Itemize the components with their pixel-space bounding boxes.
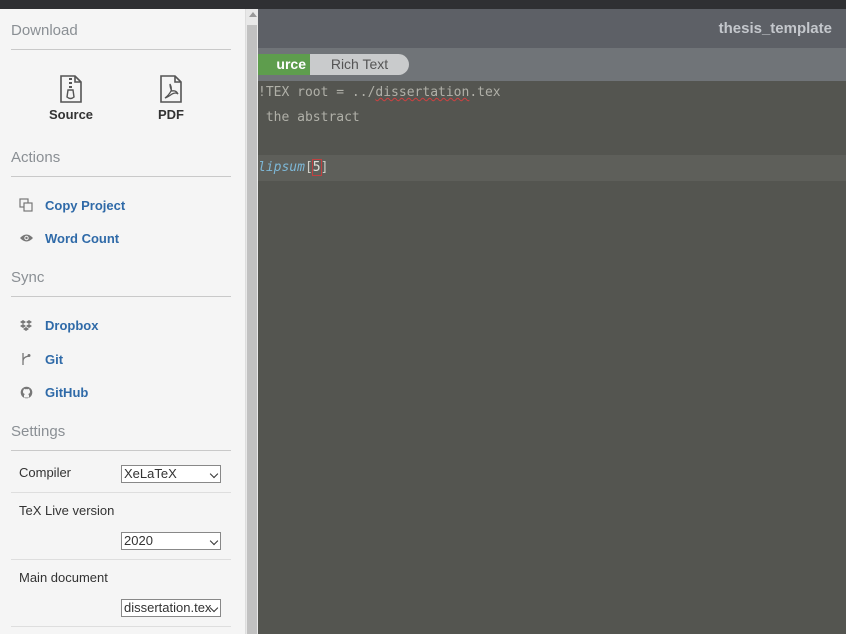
main-document-label: Main document xyxy=(19,570,108,585)
copy-project-link[interactable]: Copy Project xyxy=(18,194,125,216)
download-source-button[interactable]: Source xyxy=(31,75,111,122)
divider xyxy=(11,626,231,627)
main-document-select[interactable]: dissertation.tex xyxy=(121,599,221,617)
compiler-select[interactable]: XeLaTeX xyxy=(121,465,221,483)
divider xyxy=(11,176,231,177)
divider xyxy=(11,296,231,297)
divider xyxy=(11,450,231,451)
spellcheck-word[interactable]: dissertation xyxy=(375,85,469,100)
scroll-thumb[interactable] xyxy=(247,25,257,634)
cursor-bracket-match: 5 xyxy=(311,159,322,176)
active-line-highlight xyxy=(258,155,846,181)
settings-section-title: Settings xyxy=(11,423,66,440)
latex-command: lipsum xyxy=(258,160,305,175)
texlive-version-label: TeX Live version xyxy=(19,503,115,518)
compiler-label: Compiler xyxy=(19,465,72,480)
word-count-link[interactable]: Word Count xyxy=(18,227,119,249)
dropbox-icon xyxy=(18,317,34,333)
divider xyxy=(11,559,231,560)
divider xyxy=(11,492,231,493)
code-line-4[interactable]: lipsum[5] xyxy=(258,156,328,180)
scroll-up-arrow-icon[interactable] xyxy=(249,12,257,17)
pdf-file-icon xyxy=(160,75,182,103)
window-top-bar xyxy=(0,0,846,9)
git-link[interactable]: Git xyxy=(18,348,63,370)
project-title: thesis_template xyxy=(718,20,832,37)
copy-icon xyxy=(18,197,34,213)
eye-icon xyxy=(18,230,34,246)
dropbox-link[interactable]: Dropbox xyxy=(18,314,98,336)
sync-section-title: Sync xyxy=(11,269,45,286)
download-section-title: Download xyxy=(11,22,78,39)
zip-file-icon xyxy=(60,75,82,103)
divider xyxy=(11,49,231,50)
rich-text-mode-button[interactable]: Rich Text xyxy=(310,54,409,75)
code-line-2[interactable]: the abstract xyxy=(258,106,360,130)
texlive-version-select[interactable]: 2020 xyxy=(121,532,221,550)
actions-section-title: Actions xyxy=(11,149,61,166)
download-pdf-button[interactable]: PDF xyxy=(131,75,211,122)
code-line-1[interactable]: !TEX root = ../dissertation.tex xyxy=(258,81,501,105)
git-icon xyxy=(18,351,34,367)
github-icon xyxy=(18,384,34,400)
github-link[interactable]: GitHub xyxy=(18,381,88,403)
panel-scrollbar[interactable] xyxy=(245,9,258,634)
download-pdf-label: PDF xyxy=(158,107,184,122)
download-source-label: Source xyxy=(48,107,94,122)
